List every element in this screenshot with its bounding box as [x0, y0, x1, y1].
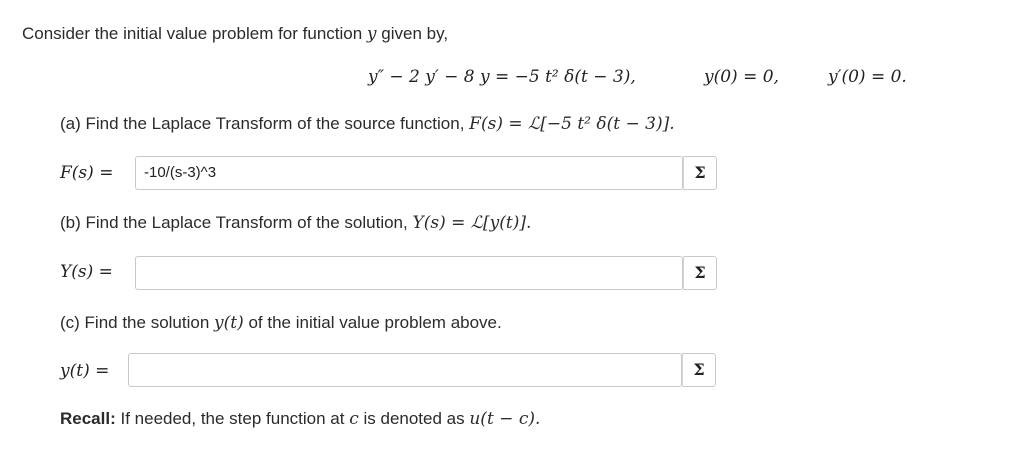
part-b-text: (b) Find the Laplace Transform of the so… — [60, 213, 408, 232]
initial-condition-dy0: y′(0) = 0. — [828, 67, 907, 87]
f-of-s-input[interactable]: -10/(s-3)^3 — [135, 156, 683, 190]
y-of-s-input[interactable] — [135, 256, 683, 290]
recall-variable: c — [349, 409, 359, 429]
part-b-label: Y(s) = — [60, 262, 113, 282]
part-c-math: y(t) — [214, 313, 244, 333]
part-a-math: F(s) = ℒ[−5 t² δ(t − 3)]. — [469, 114, 675, 134]
part-b-question: (b) Find the Laplace Transform of the so… — [60, 213, 531, 233]
recall-text: If needed, the step function at — [120, 409, 345, 428]
y-of-t-input[interactable] — [128, 353, 682, 387]
initial-condition-y0: y(0) = 0, — [704, 67, 779, 87]
intro-text-end: given by, — [381, 24, 449, 43]
sigma-icon[interactable]: Σ — [682, 353, 716, 387]
intro-variable: y — [366, 24, 377, 44]
sigma-icon[interactable]: Σ — [683, 256, 717, 290]
part-b-math: Y(s) = ℒ[y(t)]. — [412, 213, 532, 233]
ode-equation: y″ − 2 y′ − 8 y = −5 t² δ(t − 3), — [368, 67, 636, 87]
recall-math: u(t − c). — [469, 409, 541, 429]
problem-intro: Consider the initial value problem for f… — [22, 24, 448, 44]
part-c-text-end: of the initial value problem above. — [248, 313, 502, 332]
part-a-text: (a) Find the Laplace Transform of the so… — [60, 114, 465, 133]
part-c-label: y(t) = — [60, 361, 110, 381]
recall-text-2: is denoted as — [363, 409, 465, 428]
part-a-question: (a) Find the Laplace Transform of the so… — [60, 114, 675, 134]
part-a-label: F(s) = — [60, 163, 114, 183]
part-c-question: (c) Find the solution y(t) of the initia… — [60, 313, 502, 333]
part-c-text: (c) Find the solution — [60, 313, 210, 332]
recall-note: Recall: If needed, the step function at … — [60, 409, 540, 429]
recall-label: Recall: — [60, 409, 116, 428]
intro-text: Consider the initial value problem for f… — [22, 24, 363, 43]
sigma-icon[interactable]: Σ — [683, 156, 717, 190]
